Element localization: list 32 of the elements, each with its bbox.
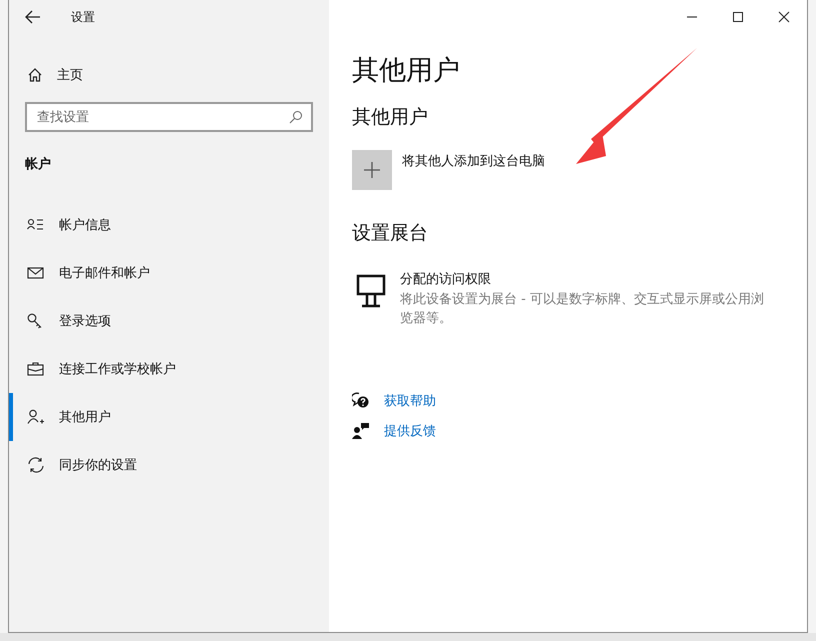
search-field[interactable]: 查找设置: [24, 102, 313, 132]
section-label: 帐户: [24, 156, 52, 173]
add-person-link[interactable]: 将其他人添加到这台电脑: [402, 152, 545, 170]
feedback-person-icon: [352, 422, 370, 440]
sync-icon: [26, 457, 45, 473]
sidebar-item[interactable]: 帐户信息: [8, 201, 329, 249]
sidebar-item[interactable]: 连接工作或学校帐户: [8, 345, 329, 393]
kiosk-description: 将此设备设置为展台 - 可以是数字标牌、交互式显示屏或公用浏览器等。: [400, 291, 765, 328]
back-arrow-icon: [24, 10, 41, 24]
maximize-icon: [732, 11, 744, 23]
sidebar-item[interactable]: 电子邮件和帐户: [8, 249, 329, 297]
search-icon: [288, 110, 303, 124]
home-icon: [26, 67, 43, 83]
sidebar-item[interactable]: 其他用户: [8, 393, 329, 441]
add-button[interactable]: [352, 150, 392, 190]
section-heading: 其他用户: [352, 105, 429, 130]
help-chat-icon: [352, 392, 370, 410]
page-title: 其他用户: [352, 54, 461, 88]
kiosk-icon: [356, 274, 386, 308]
sidebar-item[interactable]: 同步你的设置: [8, 441, 329, 489]
plus-icon: [362, 161, 381, 179]
kiosk-option-title[interactable]: 分配的访问权限: [400, 270, 772, 288]
add-person-icon: [26, 409, 45, 425]
help-link[interactable]: 获取帮助: [384, 392, 436, 410]
window-title: 设置: [70, 8, 95, 26]
home-link[interactable]: 主页: [8, 52, 329, 98]
briefcase-icon: [26, 361, 45, 377]
section-heading: 设置展台: [352, 221, 429, 246]
close-icon: [778, 11, 790, 23]
sidebar-item[interactable]: 登录选项: [8, 297, 329, 345]
help-link[interactable]: 提供反馈: [384, 422, 436, 440]
envelope-icon: [26, 265, 45, 281]
